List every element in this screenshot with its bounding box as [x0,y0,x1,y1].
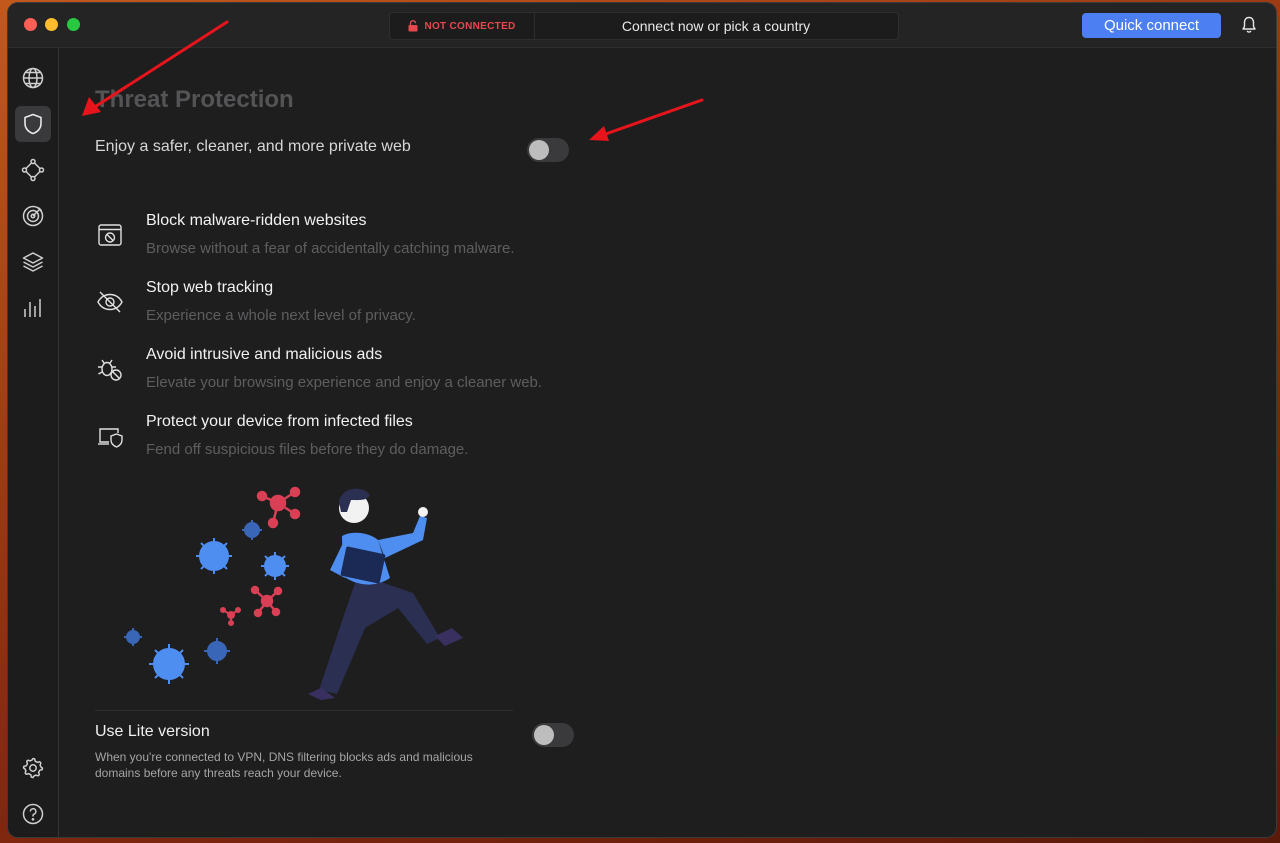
bar-chart-icon [24,299,41,317]
eye-off-icon [97,291,123,313]
feature-title: Avoid intrusive and malicious ads [146,346,383,363]
minimize-window-button[interactable] [45,18,58,31]
globe-icon [22,67,44,89]
feature-title: Block malware-ridden websites [146,212,367,229]
lite-version-toggle[interactable] [532,723,574,747]
feature-item: Stop web tracking Experience a whole nex… [95,279,615,335]
feature-item: Block malware-ridden websites Browse wit… [95,212,615,268]
bell-icon[interactable] [1241,16,1257,34]
unlocked-icon [408,20,418,32]
nav-item-meshnet[interactable] [15,152,51,188]
malware-molecule-icon [220,607,241,626]
virus-icon [149,644,189,684]
feature-item: Protect your device from infected files … [95,413,615,469]
nav-item-statistics[interactable] [15,290,51,326]
virus-icon [204,638,230,664]
gear-icon [22,757,44,779]
target-icon [22,205,44,227]
person-figure [308,488,463,700]
feature-description: Experience a whole next level of privacy… [146,307,416,324]
nav-item-settings[interactable] [15,750,51,786]
connect-prompt[interactable]: Connect now or pick a country [534,13,898,39]
status-text: NOT CONNECTED [424,20,516,32]
threat-protection-page: Threat Protection Enjoy a safer, cleaner… [59,48,1276,837]
bug-block-icon [98,359,122,381]
nav-item-dark-web-monitor[interactable] [15,198,51,234]
page-title: Threat Protection [95,86,294,113]
connection-status-bar[interactable]: NOT CONNECTED Connect now or pick a coun… [389,12,899,40]
threat-protection-toggle[interactable] [527,138,569,162]
nav-item-split-tunneling[interactable] [15,244,51,280]
zoom-window-button[interactable] [67,18,80,31]
close-window-button[interactable] [24,18,37,31]
titlebar: NOT CONNECTED Connect now or pick a coun… [8,3,1276,48]
page-subtitle: Enjoy a safer, cleaner, and more private… [95,138,411,155]
section-divider [95,710,513,711]
virus-icon [196,538,232,574]
layers-icon [22,252,44,272]
feature-description: Fend off suspicious files before they do… [146,441,469,458]
app-window: NOT CONNECTED Connect now or pick a coun… [8,3,1276,837]
feature-description: Elevate your browsing experience and enj… [146,374,543,391]
toggle-knob [534,725,554,745]
device-shield-icon [98,428,123,448]
feature-item: Avoid intrusive and malicious ads Elevat… [95,346,615,402]
nav-item-help[interactable] [15,796,51,832]
malware-escape-illustration [124,486,463,700]
feature-description: Browse without a fear of accidentally ca… [146,240,515,257]
meshnet-icon [21,158,45,182]
virus-icon [261,552,289,580]
nav-item-globe[interactable] [15,60,51,96]
malware-molecule-icon [250,585,283,618]
sidebar [8,48,59,837]
shield-icon [24,113,42,135]
virus-icon [242,520,262,540]
connection-status: NOT CONNECTED [390,13,535,39]
nav-item-threat-protection[interactable] [15,106,51,142]
virus-icon [124,628,142,646]
feature-title: Stop web tracking [146,279,274,296]
toggle-knob [529,140,549,160]
block-website-icon [98,224,122,246]
help-icon [22,803,44,825]
feature-title: Protect your device from infected files [146,413,413,430]
lite-version-description: When you're connected to VPN, DNS filter… [95,750,473,780]
quick-connect-button[interactable]: Quick connect [1082,13,1221,38]
malware-molecule-icon [256,486,301,529]
lite-version-title: Use Lite version [95,723,210,740]
